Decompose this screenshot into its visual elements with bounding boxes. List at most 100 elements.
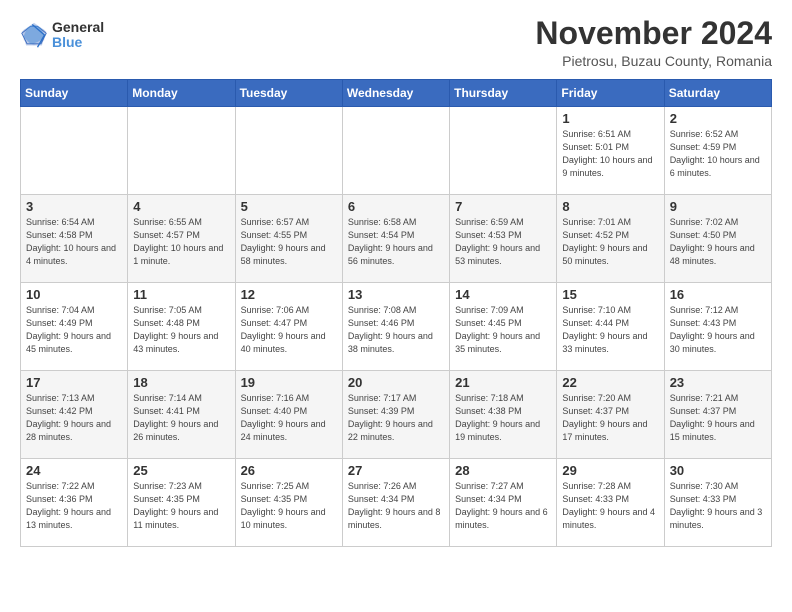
calendar-cell	[21, 107, 128, 195]
day-number: 7	[455, 199, 551, 214]
calendar-cell: 3 Sunrise: 6:54 AM Sunset: 4:58 PM Daylig…	[21, 195, 128, 283]
day-info: Sunrise: 7:02 AM Sunset: 4:50 PM Dayligh…	[670, 216, 766, 268]
calendar-cell: 11 Sunrise: 7:05 AM Sunset: 4:48 PM Dayli…	[128, 283, 235, 371]
title-area: November 2024 Pietrosu, Buzau County, Ro…	[535, 16, 772, 69]
calendar-cell: 14 Sunrise: 7:09 AM Sunset: 4:45 PM Dayli…	[450, 283, 557, 371]
calendar-cell: 20 Sunrise: 7:17 AM Sunset: 4:39 PM Dayli…	[342, 371, 449, 459]
day-info: Sunrise: 7:13 AM Sunset: 4:42 PM Dayligh…	[26, 392, 122, 444]
day-info: Sunrise: 6:51 AM Sunset: 5:01 PM Dayligh…	[562, 128, 658, 180]
day-info: Sunrise: 7:28 AM Sunset: 4:33 PM Dayligh…	[562, 480, 658, 532]
logo-icon	[20, 21, 48, 49]
calendar-cell	[342, 107, 449, 195]
day-number: 9	[670, 199, 766, 214]
header-day-monday: Monday	[128, 80, 235, 107]
day-info: Sunrise: 7:30 AM Sunset: 4:33 PM Dayligh…	[670, 480, 766, 532]
month-title: November 2024	[535, 16, 772, 51]
header-day-friday: Friday	[557, 80, 664, 107]
day-number: 1	[562, 111, 658, 126]
calendar-cell: 30Sunrise: 7:30 AM Sunset: 4:33 PM Dayli…	[664, 459, 771, 547]
logo: General Blue	[20, 20, 104, 51]
day-number: 25	[133, 463, 229, 478]
day-info: Sunrise: 6:55 AM Sunset: 4:57 PM Dayligh…	[133, 216, 229, 268]
calendar-cell: 17 Sunrise: 7:13 AM Sunset: 4:42 PM Dayli…	[21, 371, 128, 459]
day-number: 20	[348, 375, 444, 390]
calendar-cell: 27 Sunrise: 7:26 AM Sunset: 4:34 PM Dayli…	[342, 459, 449, 547]
day-info: Sunrise: 7:22 AM Sunset: 4:36 PM Dayligh…	[26, 480, 122, 532]
day-info: Sunrise: 6:54 AM Sunset: 4:58 PM Dayligh…	[26, 216, 122, 268]
day-number: 28	[455, 463, 551, 478]
week-row-3: 10Sunrise: 7:04 AM Sunset: 4:49 PM Dayli…	[21, 283, 772, 371]
calendar-cell: 9 Sunrise: 7:02 AM Sunset: 4:50 PM Daylig…	[664, 195, 771, 283]
calendar-cell: 19 Sunrise: 7:16 AM Sunset: 4:40 PM Dayli…	[235, 371, 342, 459]
day-number: 13	[348, 287, 444, 302]
calendar-cell: 29 Sunrise: 7:28 AM Sunset: 4:33 PM Dayli…	[557, 459, 664, 547]
day-number: 21	[455, 375, 551, 390]
calendar-cell: 24 Sunrise: 7:22 AM Sunset: 4:36 PM Dayli…	[21, 459, 128, 547]
day-info: Sunrise: 7:16 AM Sunset: 4:40 PM Dayligh…	[241, 392, 337, 444]
calendar-cell: 8Sunrise: 7:01 AM Sunset: 4:52 PM Daylig…	[557, 195, 664, 283]
day-number: 2	[670, 111, 766, 126]
location: Pietrosu, Buzau County, Romania	[535, 53, 772, 69]
calendar-cell: 7 Sunrise: 6:59 AM Sunset: 4:53 PM Daylig…	[450, 195, 557, 283]
header-day-thursday: Thursday	[450, 80, 557, 107]
day-number: 14	[455, 287, 551, 302]
week-row-2: 3 Sunrise: 6:54 AM Sunset: 4:58 PM Daylig…	[21, 195, 772, 283]
day-number: 3	[26, 199, 122, 214]
header: General Blue November 2024 Pietrosu, Buz…	[20, 16, 772, 69]
day-number: 11	[133, 287, 229, 302]
day-info: Sunrise: 7:21 AM Sunset: 4:37 PM Dayligh…	[670, 392, 766, 444]
day-number: 26	[241, 463, 337, 478]
day-info: Sunrise: 7:10 AM Sunset: 4:44 PM Dayligh…	[562, 304, 658, 356]
logo-text: General Blue	[52, 20, 104, 51]
week-row-1: 1 Sunrise: 6:51 AM Sunset: 5:01 PM Daylig…	[21, 107, 772, 195]
calendar-body: 1 Sunrise: 6:51 AM Sunset: 5:01 PM Daylig…	[21, 107, 772, 547]
day-info: Sunrise: 7:14 AM Sunset: 4:41 PM Dayligh…	[133, 392, 229, 444]
day-info: Sunrise: 7:18 AM Sunset: 4:38 PM Dayligh…	[455, 392, 551, 444]
calendar-cell: 25 Sunrise: 7:23 AM Sunset: 4:35 PM Dayli…	[128, 459, 235, 547]
calendar-cell	[235, 107, 342, 195]
day-number: 29	[562, 463, 658, 478]
calendar-cell: 26Sunrise: 7:25 AM Sunset: 4:35 PM Dayli…	[235, 459, 342, 547]
day-info: Sunrise: 7:01 AM Sunset: 4:52 PM Dayligh…	[562, 216, 658, 268]
calendar-table: SundayMondayTuesdayWednesdayThursdayFrid…	[20, 79, 772, 547]
calendar-cell: 13Sunrise: 7:08 AM Sunset: 4:46 PM Dayli…	[342, 283, 449, 371]
day-number: 12	[241, 287, 337, 302]
day-info: Sunrise: 7:04 AM Sunset: 4:49 PM Dayligh…	[26, 304, 122, 356]
header-day-wednesday: Wednesday	[342, 80, 449, 107]
day-info: Sunrise: 7:17 AM Sunset: 4:39 PM Dayligh…	[348, 392, 444, 444]
calendar-cell: 15 Sunrise: 7:10 AM Sunset: 4:44 PM Dayli…	[557, 283, 664, 371]
calendar-cell: 5 Sunrise: 6:57 AM Sunset: 4:55 PM Daylig…	[235, 195, 342, 283]
day-info: Sunrise: 6:59 AM Sunset: 4:53 PM Dayligh…	[455, 216, 551, 268]
day-info: Sunrise: 7:09 AM Sunset: 4:45 PM Dayligh…	[455, 304, 551, 356]
day-number: 15	[562, 287, 658, 302]
calendar-cell: 18Sunrise: 7:14 AM Sunset: 4:41 PM Dayli…	[128, 371, 235, 459]
week-row-5: 24 Sunrise: 7:22 AM Sunset: 4:36 PM Dayli…	[21, 459, 772, 547]
day-number: 23	[670, 375, 766, 390]
calendar-cell: 21 Sunrise: 7:18 AM Sunset: 4:38 PM Dayli…	[450, 371, 557, 459]
day-info: Sunrise: 7:23 AM Sunset: 4:35 PM Dayligh…	[133, 480, 229, 532]
day-info: Sunrise: 7:20 AM Sunset: 4:37 PM Dayligh…	[562, 392, 658, 444]
day-number: 6	[348, 199, 444, 214]
calendar-cell: 1 Sunrise: 6:51 AM Sunset: 5:01 PM Daylig…	[557, 107, 664, 195]
header-day-saturday: Saturday	[664, 80, 771, 107]
calendar-cell: 6 Sunrise: 6:58 AM Sunset: 4:54 PM Daylig…	[342, 195, 449, 283]
day-number: 17	[26, 375, 122, 390]
calendar-cell	[128, 107, 235, 195]
calendar-cell: 10Sunrise: 7:04 AM Sunset: 4:49 PM Dayli…	[21, 283, 128, 371]
day-number: 27	[348, 463, 444, 478]
day-info: Sunrise: 6:58 AM Sunset: 4:54 PM Dayligh…	[348, 216, 444, 268]
day-number: 24	[26, 463, 122, 478]
logo-blue-text: Blue	[52, 35, 104, 50]
day-info: Sunrise: 6:57 AM Sunset: 4:55 PM Dayligh…	[241, 216, 337, 268]
day-number: 4	[133, 199, 229, 214]
calendar-cell: 23 Sunrise: 7:21 AM Sunset: 4:37 PM Dayli…	[664, 371, 771, 459]
day-number: 5	[241, 199, 337, 214]
day-info: Sunrise: 7:06 AM Sunset: 4:47 PM Dayligh…	[241, 304, 337, 356]
day-info: Sunrise: 7:12 AM Sunset: 4:43 PM Dayligh…	[670, 304, 766, 356]
day-info: Sunrise: 7:26 AM Sunset: 4:34 PM Dayligh…	[348, 480, 444, 532]
day-number: 19	[241, 375, 337, 390]
calendar-header: SundayMondayTuesdayWednesdayThursdayFrid…	[21, 80, 772, 107]
day-info: Sunrise: 7:05 AM Sunset: 4:48 PM Dayligh…	[133, 304, 229, 356]
calendar-cell: 4 Sunrise: 6:55 AM Sunset: 4:57 PM Daylig…	[128, 195, 235, 283]
header-day-sunday: Sunday	[21, 80, 128, 107]
